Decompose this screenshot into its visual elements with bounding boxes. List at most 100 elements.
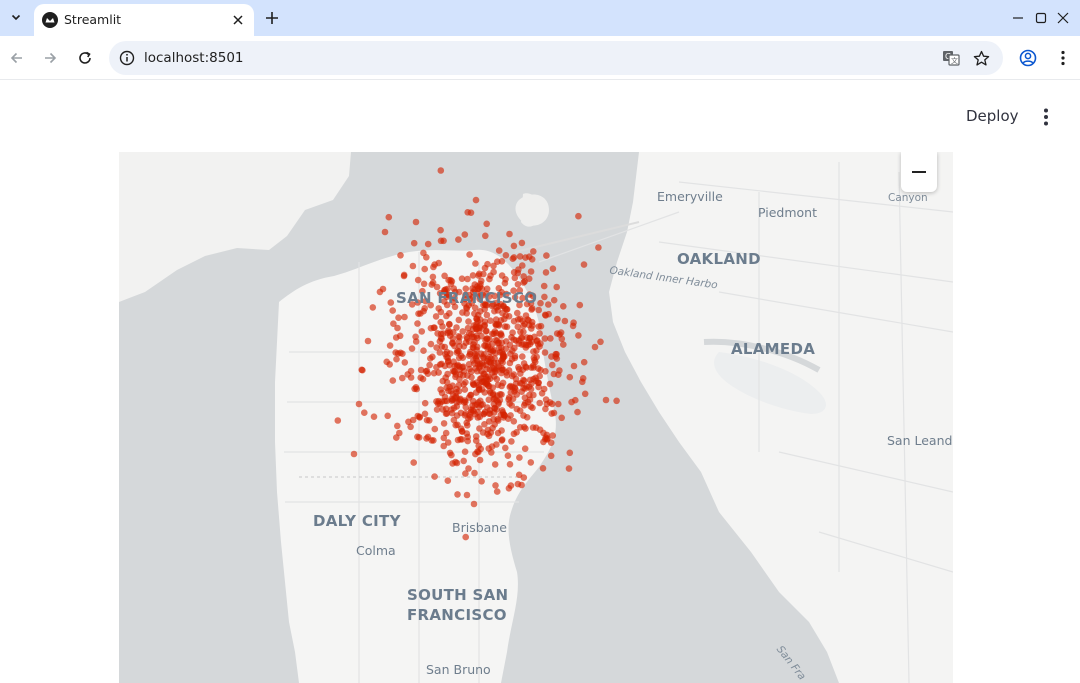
chevron-down-icon [11,14,21,21]
label-south-sf-line1: SOUTH SAN [407,586,509,604]
map-point [570,319,577,326]
map-point [446,449,454,457]
map-point [470,500,478,508]
map-point [613,397,620,405]
reload-button[interactable] [71,44,99,72]
map-point [549,265,557,272]
bookmark-button[interactable] [971,48,991,68]
map-point [467,391,475,399]
tab-search-button[interactable] [4,5,28,29]
map-chart[interactable]: Emeryville Piedmont Canyon OAKLAND Oakla… [119,152,953,683]
map-point [501,323,509,330]
map-point [437,330,445,338]
map-point [541,349,549,356]
map-point [443,379,451,386]
map-point [433,363,440,371]
address-bar[interactable]: localhost:8501 G 文 [109,41,1003,75]
map-point [558,335,566,343]
map-point [459,372,467,379]
map-point [472,433,480,440]
map-point [515,337,523,344]
map-point [597,338,604,346]
map-point [536,343,543,350]
star-icon [973,50,989,66]
active-tab[interactable]: Streamlit [34,4,254,36]
label-emeryville: Emeryville [657,189,723,204]
map-point [547,452,555,460]
map-point [530,354,538,361]
map-point [537,299,544,307]
map-point [417,366,425,374]
map-point [446,361,453,369]
map-point [539,465,547,472]
map-point [540,282,548,290]
map-point [487,317,494,324]
map-point [350,450,358,458]
map-point [392,349,400,356]
map-point [511,274,519,282]
map-point [555,400,562,408]
map-point [548,400,556,408]
tab-close-button[interactable] [228,10,248,30]
map-point [420,280,428,288]
map-point [516,407,524,414]
map-point [503,372,511,379]
forward-button[interactable] [36,44,64,72]
map-point [481,264,489,272]
map-point [548,410,555,417]
map-point [494,417,502,424]
map-point [506,461,514,468]
map-point [471,338,478,346]
map-point [404,371,412,378]
map-point [549,361,556,369]
map-point [461,386,469,393]
map-point [453,399,461,406]
map-point [483,335,490,343]
map-point [420,249,427,257]
map-point [495,344,503,352]
map-point [472,450,479,458]
map-point [393,434,400,441]
map-point [520,384,527,392]
map-point [515,365,523,373]
map-point [485,418,493,425]
map-point [538,390,546,397]
map-point [399,350,406,357]
map-point [355,400,363,408]
map-point [481,351,488,358]
map-point [452,421,460,429]
close-window-button[interactable] [1040,0,1080,36]
map-point [521,445,529,453]
map-point [419,375,427,383]
map-point [510,430,518,438]
deploy-button[interactable]: Deploy [958,105,1027,129]
map-point [490,262,497,270]
map-point [440,237,447,245]
new-tab-button[interactable] [260,6,284,30]
translate-button[interactable]: G 文 [941,48,961,68]
map-point [519,353,526,360]
info-icon[interactable] [119,50,135,66]
app-menu-button[interactable] [1034,105,1058,129]
browser-menu-button[interactable] [1049,44,1077,72]
profile-button[interactable] [1014,44,1042,72]
map-point [514,309,521,317]
map-point [423,416,431,424]
map-point [488,443,496,450]
map-point [484,345,491,353]
map-point [475,324,483,331]
map-point [461,448,469,456]
map-point [410,459,418,466]
map-point [540,438,547,446]
map-point [526,334,534,342]
map-point [497,357,505,365]
back-button[interactable] [3,44,31,72]
map-point [478,378,486,386]
map-point [431,473,438,480]
map-point [478,478,485,485]
url-text: localhost:8501 [144,50,244,66]
zoom-out-button[interactable] [901,152,937,192]
map-point [414,276,422,284]
map-point [493,488,501,495]
map-point [535,306,542,314]
